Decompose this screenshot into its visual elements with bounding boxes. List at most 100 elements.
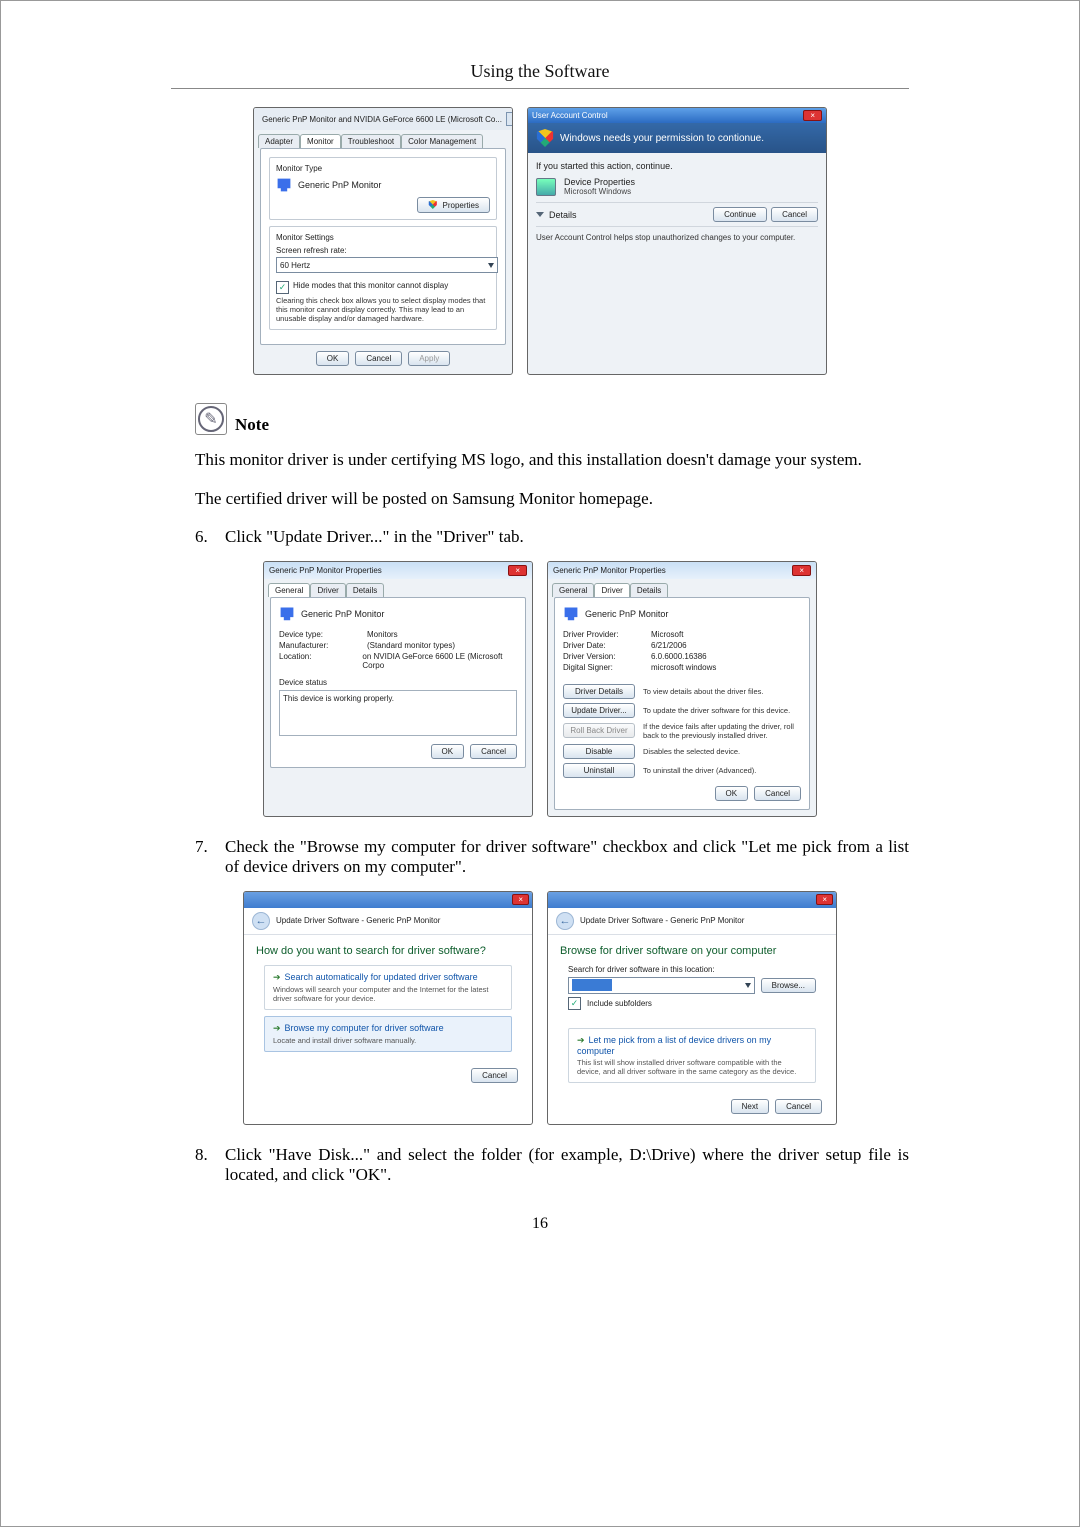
tab-color-management[interactable]: Color Management: [401, 134, 483, 148]
screenshots-row-3: × ← Update Driver Software - Generic PnP…: [191, 891, 889, 1125]
dialog-buttons: OK Cancel Apply: [254, 351, 512, 366]
window-controls: ? ×: [506, 112, 512, 126]
close-button[interactable]: ×: [508, 565, 527, 576]
search-location-label: Search for driver software in this locat…: [568, 965, 816, 974]
manufacturer-key: Manufacturer:: [279, 641, 359, 650]
shield-icon: [536, 129, 554, 147]
tab-details[interactable]: Details: [630, 583, 668, 597]
cancel-button[interactable]: Cancel: [355, 351, 402, 366]
option-subtitle: Windows will search your computer and th…: [273, 985, 503, 1003]
update-driver-button[interactable]: Update Driver...: [563, 703, 635, 718]
tab-driver[interactable]: Driver: [310, 583, 345, 597]
window-titlebar: User Account Control ×: [528, 108, 826, 123]
close-button[interactable]: ×: [803, 110, 822, 121]
step-text: Click "Update Driver..." in the "Driver"…: [225, 527, 524, 547]
browse-button[interactable]: Browse...: [761, 978, 816, 993]
back-arrow-icon[interactable]: ←: [252, 912, 270, 930]
step-number: 8.: [195, 1145, 225, 1185]
ok-button[interactable]: OK: [316, 351, 350, 366]
driver-details-button[interactable]: Driver Details: [563, 684, 635, 699]
step-8: 8. Click "Have Disk..." and select the f…: [195, 1145, 909, 1185]
window-title: Generic PnP Monitor and NVIDIA GeForce 6…: [262, 115, 502, 124]
update-driver-wizard-right: × ← Update Driver Software - Generic PnP…: [547, 891, 837, 1125]
tab-driver[interactable]: Driver: [594, 583, 629, 597]
chevron-down-icon: [488, 263, 494, 268]
breadcrumb-text: Update Driver Software - Generic PnP Mon…: [276, 916, 440, 925]
device-type-key: Device type:: [279, 630, 359, 639]
cancel-button[interactable]: Cancel: [470, 744, 517, 759]
include-subfolders-row[interactable]: ✓ Include subfolders: [568, 997, 816, 1010]
include-subfolders-label: Include subfolders: [587, 999, 652, 1008]
refresh-rate-value: 60 Hertz: [280, 261, 310, 270]
rollback-driver-desc: If the device fails after updating the d…: [643, 722, 801, 740]
ok-button[interactable]: OK: [715, 786, 749, 801]
group-title: Monitor Settings: [276, 233, 490, 242]
uac-banner: Windows needs your permission to contion…: [528, 123, 826, 153]
update-driver-wizard-left: × ← Update Driver Software - Generic PnP…: [243, 891, 533, 1125]
group-title: Monitor Type: [276, 164, 490, 173]
option-pick-from-list[interactable]: ➔Let me pick from a list of device drive…: [568, 1028, 816, 1083]
uac-item-title: Device Properties: [564, 177, 635, 187]
close-button[interactable]: ×: [512, 894, 529, 905]
option-title: Search automatically for updated driver …: [285, 972, 478, 982]
device-name: Generic PnP Monitor: [585, 609, 668, 619]
uac-details-row: Details Continue Cancel: [536, 202, 818, 227]
monitor-name: Generic PnP Monitor: [298, 180, 381, 190]
tab-monitor[interactable]: Monitor: [300, 134, 341, 148]
uninstall-button[interactable]: Uninstall: [563, 763, 635, 778]
location-value: on NVIDIA GeForce 6600 LE (Microsoft Cor…: [362, 652, 517, 670]
wizard-heading: How do you want to search for driver sof…: [256, 945, 520, 957]
next-button[interactable]: Next: [731, 1099, 769, 1114]
location-combobox[interactable]: [568, 977, 755, 994]
window-title: User Account Control: [532, 111, 608, 120]
device-type-value: Monitors: [367, 630, 398, 639]
provider-key: Driver Provider:: [563, 630, 643, 639]
cancel-button[interactable]: Cancel: [471, 1068, 518, 1083]
close-button[interactable]: ×: [792, 565, 811, 576]
tab-troubleshoot[interactable]: Troubleshoot: [341, 134, 401, 148]
monitor-icon: [563, 606, 579, 622]
step-7: 7. Check the "Browse my computer for dri…: [195, 837, 909, 877]
step-number: 6.: [195, 527, 225, 547]
cancel-button[interactable]: Cancel: [771, 207, 818, 222]
cancel-button[interactable]: Cancel: [775, 1099, 822, 1114]
properties-button[interactable]: Properties: [417, 197, 490, 213]
option-browse-manually[interactable]: ➔Browse my computer for driver software …: [264, 1016, 512, 1052]
option-subtitle: This list will show installed driver sof…: [577, 1058, 807, 1076]
option-search-automatically[interactable]: ➔Search automatically for updated driver…: [264, 965, 512, 1010]
note-label: Note: [235, 415, 269, 435]
tab-general[interactable]: General: [268, 583, 310, 597]
uac-footnote: User Account Control helps stop unauthor…: [536, 233, 818, 242]
tab-details[interactable]: Details: [346, 583, 384, 597]
driver-details-desc: To view details about the driver files.: [643, 687, 801, 696]
uac-started-text: If you started this action, continue.: [536, 161, 818, 171]
window-title: Generic PnP Monitor Properties: [269, 566, 382, 575]
back-arrow-icon[interactable]: ←: [556, 912, 574, 930]
close-button[interactable]: ×: [816, 894, 833, 905]
cancel-button[interactable]: Cancel: [754, 786, 801, 801]
page-number: 16: [171, 1215, 909, 1233]
help-button[interactable]: ?: [506, 112, 512, 126]
window-titlebar: Generic PnP Monitor Properties ×: [548, 562, 816, 579]
monitor-icon: [279, 606, 295, 622]
provider-value: Microsoft: [651, 630, 683, 639]
window-titlebar: Generic PnP Monitor and NVIDIA GeForce 6…: [254, 108, 512, 130]
apply-button[interactable]: Apply: [408, 351, 450, 366]
option-title: Let me pick from a list of device driver…: [577, 1035, 771, 1056]
window-title: Generic PnP Monitor Properties: [553, 566, 666, 575]
continue-button[interactable]: Continue: [713, 207, 767, 222]
refresh-rate-select[interactable]: 60 Hertz: [276, 257, 498, 273]
disable-button[interactable]: Disable: [563, 744, 635, 759]
hide-modes-checkbox-row[interactable]: ✓ Hide modes that this monitor cannot di…: [276, 281, 490, 294]
tab-general[interactable]: General: [552, 583, 594, 597]
uac-banner-text: Windows needs your permission to contion…: [560, 133, 764, 144]
ok-button[interactable]: OK: [431, 744, 465, 759]
date-value: 6/21/2006: [651, 641, 687, 650]
monitor-type-group: Monitor Type Generic PnP Monitor Propert…: [269, 157, 497, 220]
status-textarea: This device is working properly.: [279, 690, 517, 736]
checkbox-icon: ✓: [276, 281, 289, 294]
pencil-icon: ✎: [198, 406, 224, 432]
details-toggle[interactable]: Details: [549, 210, 577, 220]
rollback-driver-button[interactable]: Roll Back Driver: [563, 723, 635, 738]
tab-adapter[interactable]: Adapter: [258, 134, 300, 148]
